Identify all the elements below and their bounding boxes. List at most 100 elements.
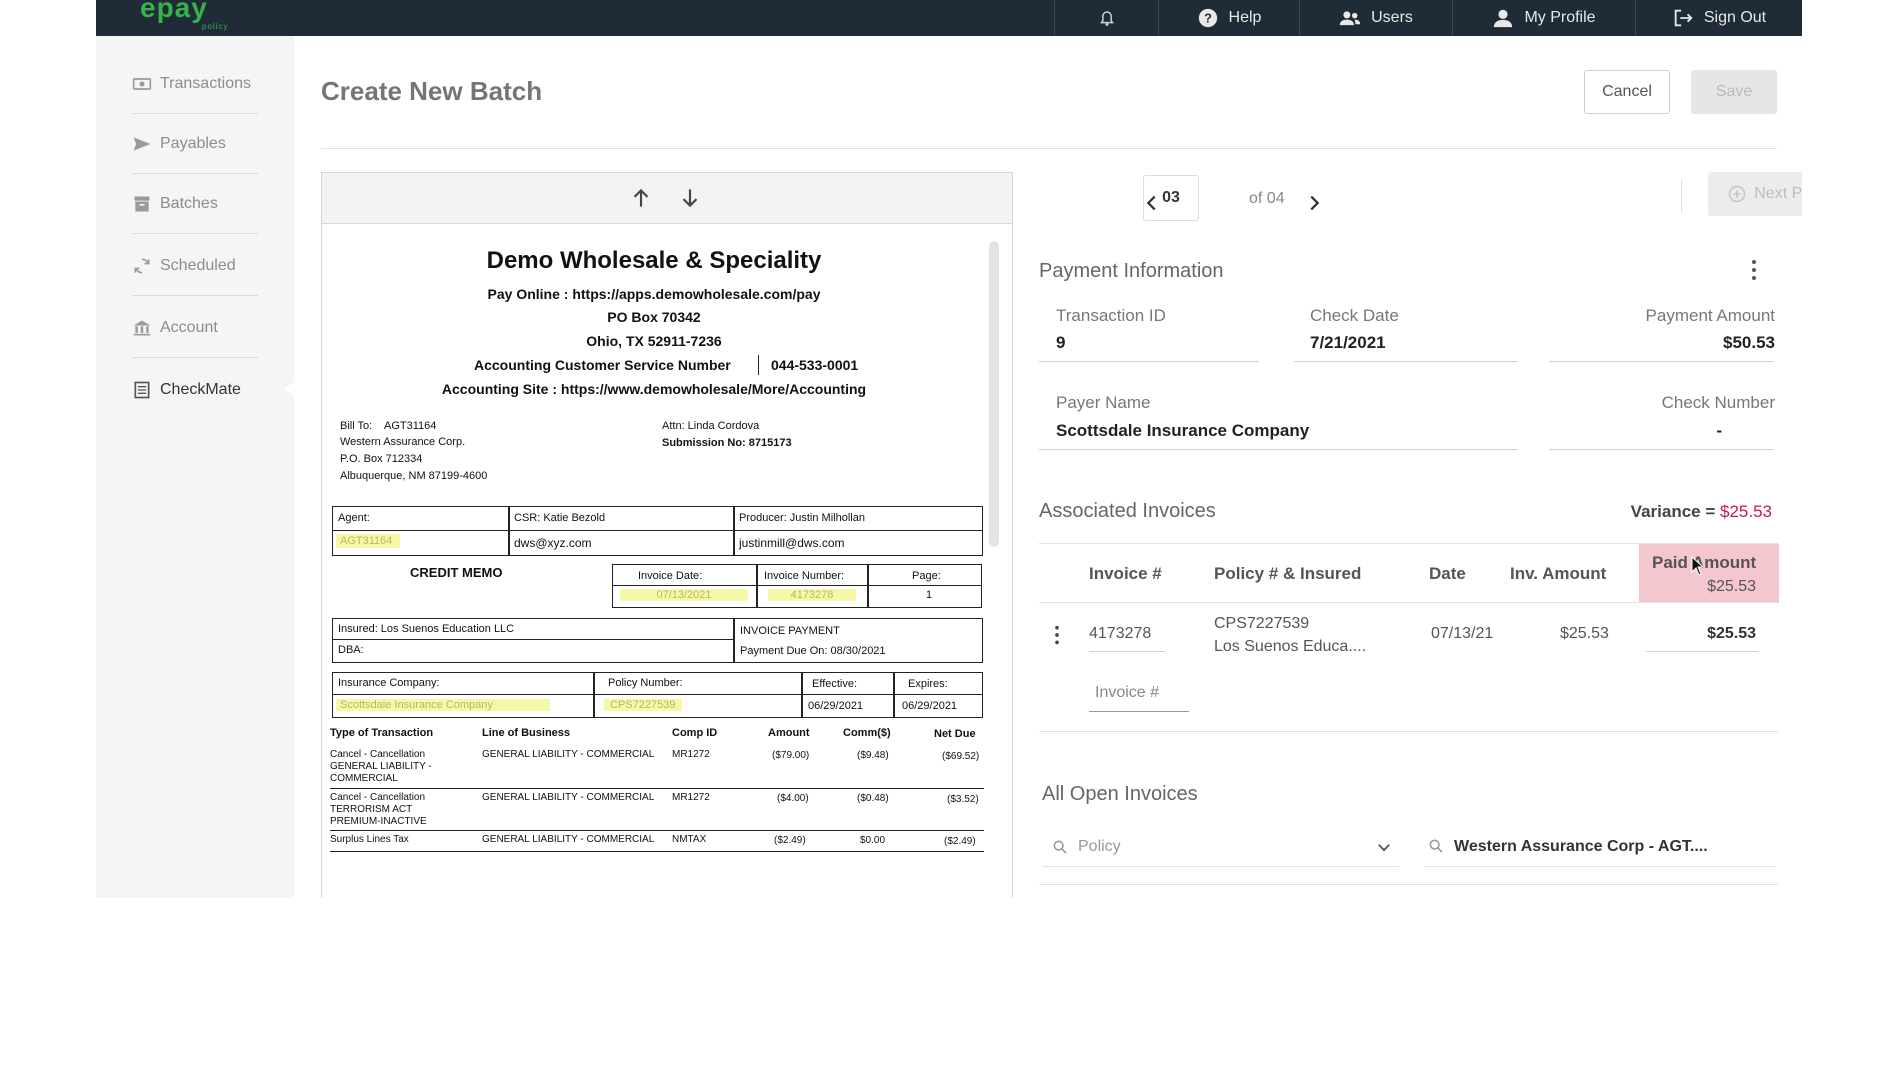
sidebar-item-account[interactable]: Account [132,298,258,358]
save-button[interactable]: Save [1691,70,1777,114]
invoice-date-label: Invoice Date: [638,570,703,582]
payer-name-field[interactable]: Scottsdale Insurance Company [1056,421,1309,441]
variance-label: Variance = [1630,502,1716,521]
paid-amount-field[interactable]: $25.53 [1639,625,1756,643]
divider [612,585,982,586]
payment-due: Payment Due On: 08/30/2021 [740,645,886,657]
column-header-inv-amount[interactable]: Inv. Amount [1510,564,1606,584]
divider [756,564,758,608]
table-cell: NMTAX [672,834,707,845]
sidebar-item-scheduled[interactable]: Scheduled [132,236,258,296]
table-header: Net Due [934,728,976,740]
divider [1039,731,1778,732]
new-invoice-input[interactable]: Invoice # [1095,684,1159,702]
cancel-button[interactable]: Cancel [1584,70,1670,114]
users-button[interactable]: Users [1299,0,1452,36]
divider [733,506,735,556]
column-header-invoice[interactable]: Invoice # [1089,564,1162,584]
expires-label: Expires: [908,678,948,690]
sidebar-item-batches[interactable]: Batches [132,174,258,234]
divider [330,788,984,790]
more-vert-icon[interactable] [1747,258,1761,282]
agency-search-input[interactable]: Western Assurance Corp - AGT.... [1454,838,1708,856]
sidebar-item-checkmate[interactable]: CheckMate [132,360,258,420]
transaction-id-field[interactable]: 9 [1056,333,1065,353]
top-bar: epay policy ? Help Users My Profile Sign … [96,0,1802,36]
logo: epay policy [140,0,229,31]
viewer-scrollbar[interactable] [989,241,999,547]
table-row: Surplus Lines Tax [330,834,409,845]
plus-circle-icon [1729,185,1746,203]
field-underline [1089,651,1165,652]
invoice-number: 4173278 [768,589,856,601]
chevron-right-icon[interactable] [1303,192,1325,214]
column-header-date[interactable]: Date [1429,564,1466,584]
sidebar-item-label: Scheduled [160,256,236,274]
agent-value: AGT31164 [336,534,400,548]
profile-icon [1494,9,1513,28]
policy-number-label: Policy Number: [608,677,683,689]
my-profile-button[interactable]: My Profile [1452,0,1635,36]
account-icon [133,320,151,335]
check-number-field[interactable]: - [1546,421,1768,441]
table-header: Line of Business [482,727,571,739]
insurance-company-label: Insurance Company: [338,677,440,689]
page-title: Create New Batch [321,76,543,106]
sidebar-item-payables[interactable]: Payables [132,114,258,174]
table-cell: GENERAL LIABILITY - COMMERCIAL [482,792,655,803]
sign-out-label: Sign Out [1703,9,1767,26]
table-cell: ($79.00) [772,750,810,761]
po-box: PO Box 70342 [607,309,701,325]
associated-invoices-title: Associated Invoices [1039,500,1216,522]
policy-cell: CPS7227539 [1214,615,1310,632]
company-name: Demo Wholesale & Speciality [486,247,822,274]
csr-email: dws@xyz.com [514,536,592,550]
sidebar-item-label: Payables [160,134,226,152]
table-cell: MR1272 [672,749,710,760]
agent-label: Agent: [338,512,370,524]
row-more-vert-icon[interactable] [1052,624,1062,646]
producer: Producer: Justin Milhollan [739,512,865,524]
table-header: Type of Transaction [330,727,434,739]
column-header-policy[interactable]: Policy # & Insured [1214,564,1361,584]
table-row: Cancel - Cancellation TERRORISM ACT PREMIU… [330,792,427,827]
variance: Variance = $25.53 [1596,502,1772,522]
check-date-label: Check Date [1310,306,1399,325]
notifications-button[interactable] [1054,0,1158,36]
payment-amount-field[interactable]: $50.53 [1546,333,1775,353]
policy-search-input[interactable]: Policy [1078,838,1121,856]
arrow-up-icon[interactable] [628,185,654,211]
field-underline [1646,651,1758,652]
divider [758,355,759,375]
insurance-company: Scottsdale Insurance Company [336,699,550,711]
check-date-field[interactable]: 7/21/2021 [1310,333,1386,353]
divider [593,672,595,718]
table-cell: $0.00 [860,835,886,846]
sidebar-item-transactions[interactable]: Transactions [132,54,258,114]
table-cell: ($2.49) [944,836,976,847]
payer-name-label: Payer Name [1056,393,1151,412]
table-cell: MR1272 [672,792,710,803]
svg-text:?: ? [1204,11,1212,26]
inv-amount-cell: $25.53 [1560,625,1609,642]
page-number-input[interactable]: 03 [1143,175,1199,221]
arrow-down-icon[interactable] [677,185,703,211]
mouse-cursor-icon [1691,556,1705,576]
next-payment-button[interactable]: Next Payment [1708,172,1802,216]
sign-out-button[interactable]: Sign Out [1635,0,1802,36]
bell-icon [1099,11,1114,26]
help-button[interactable]: ? Help [1158,0,1299,36]
sign-out-icon [1674,9,1693,27]
chevron-down-icon[interactable] [1375,838,1393,856]
expires-date: 06/29/2021 [902,700,958,712]
check-number-label: Check Number [1661,393,1775,412]
help-icon: ? [1198,8,1217,28]
invoice-number-cell: 4173278 [1089,625,1152,642]
next-payment-label: Next Payment [1754,185,1802,202]
bill-to-label: Bill To: [340,420,373,432]
insured: Insured: Los Suenos Education LLC [338,623,515,635]
payment-amount-label: Payment Amount [1645,306,1775,325]
variance-value: $25.53 [1720,502,1772,521]
divider [867,564,869,608]
my-profile-label: My Profile [1524,9,1596,26]
